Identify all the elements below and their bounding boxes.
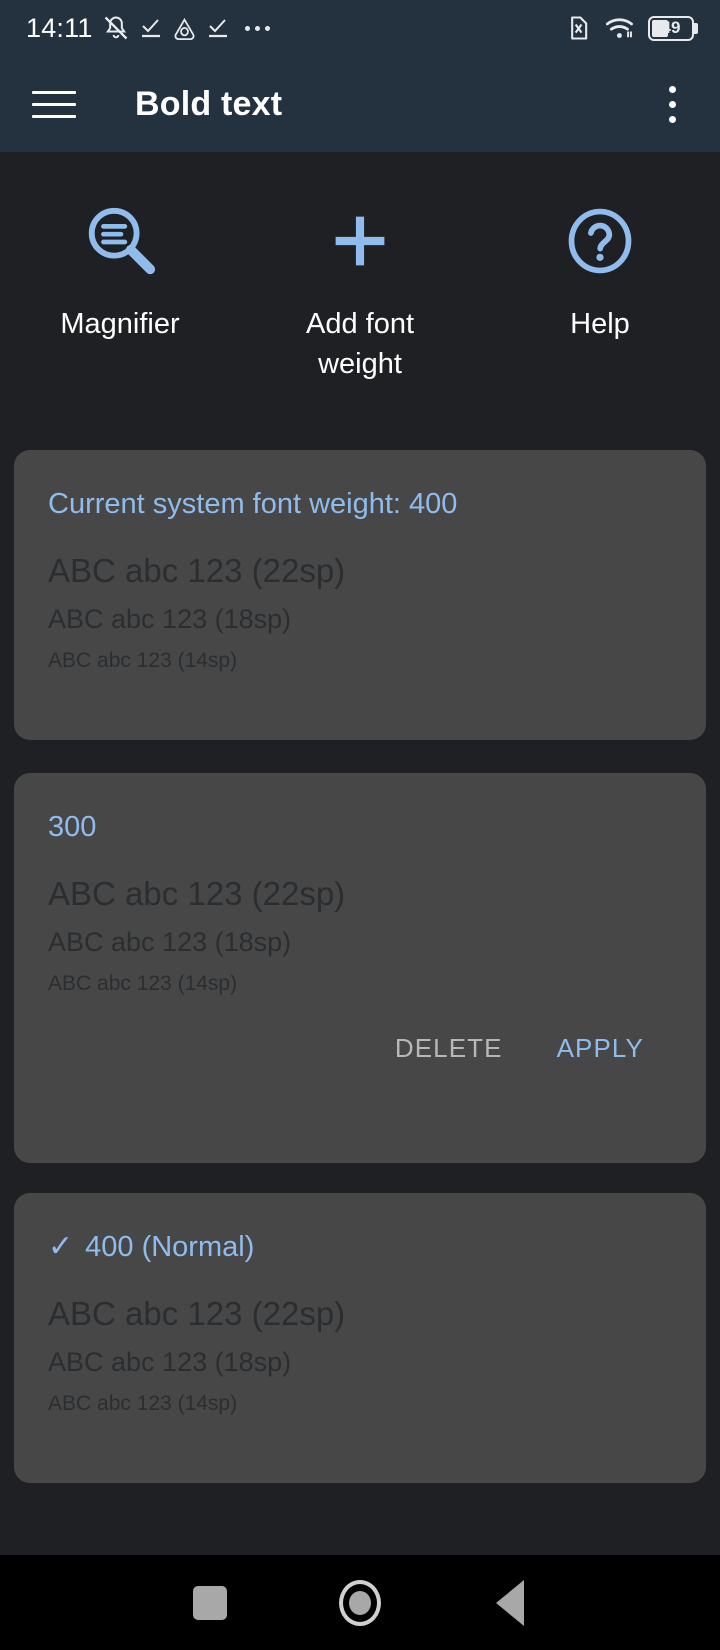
status-bar-left-group: 14:11 bbox=[26, 13, 270, 44]
status-clock: 14:11 bbox=[26, 12, 93, 43]
quick-actions-row: Magnifier Add font weight Help bbox=[0, 152, 720, 384]
magnifier-text-icon bbox=[0, 200, 240, 282]
sample-text-14sp: ABC abc 123 (14sp) bbox=[48, 1391, 238, 1415]
delete-button[interactable]: DELETE bbox=[395, 1033, 503, 1064]
status-bar-right-group: 49 bbox=[564, 14, 698, 42]
apply-button[interactable]: APPLY bbox=[557, 1033, 644, 1064]
sim-card-error-icon bbox=[571, 16, 588, 40]
font-weight-card-300[interactable]: 300 ABC abc 123 (22sp) ABC abc 123 (18sp… bbox=[14, 773, 706, 1163]
bell-muted-icon bbox=[104, 16, 127, 40]
sample-text-22sp: ABC abc 123 (22sp) bbox=[48, 875, 346, 912]
sample-text-18sp: ABC abc 123 (18sp) bbox=[48, 1346, 292, 1377]
action-label: Add font weight bbox=[305, 308, 415, 380]
sample-text-18sp: ABC abc 123 (18sp) bbox=[48, 926, 292, 957]
card-title: Current system font weight: 400 bbox=[48, 488, 458, 520]
main-content: Magnifier Add font weight Help Current s… bbox=[0, 152, 720, 1555]
home-circle-icon[interactable] bbox=[285, 1555, 435, 1650]
more-vert-icon[interactable] bbox=[650, 78, 694, 130]
phone-screen: 14:11 49 Bold text Magnifier Add font we… bbox=[0, 0, 720, 1650]
card-title-row: Current system font weight: 400 bbox=[48, 484, 672, 524]
sample-text-14sp: ABC abc 123 (14sp) bbox=[48, 971, 238, 995]
font-weight-card-400[interactable]: ✓ 400 (Normal) ABC abc 123 (22sp) ABC ab… bbox=[14, 1193, 706, 1483]
card-title: 300 bbox=[48, 811, 97, 843]
status-bar: 14:11 49 bbox=[0, 0, 720, 56]
font-weight-card-current[interactable]: Current system font weight: 400 ABC abc … bbox=[14, 450, 706, 740]
check-underline-icon bbox=[141, 19, 160, 38]
plus-icon bbox=[240, 200, 480, 282]
action-add-font-weight[interactable]: Add font weight bbox=[240, 200, 480, 384]
hamburger-menu-icon[interactable] bbox=[30, 80, 78, 128]
battery-icon: 49 bbox=[648, 15, 698, 41]
action-magnifier[interactable]: Magnifier bbox=[0, 200, 240, 384]
action-help[interactable]: Help bbox=[480, 200, 720, 384]
sample-text-18sp: ABC abc 123 (18sp) bbox=[48, 603, 292, 634]
triangle-drop-icon bbox=[174, 17, 195, 40]
card-title: 400 (Normal) bbox=[85, 1231, 255, 1263]
sample-text-14sp: ABC abc 123 (14sp) bbox=[48, 648, 238, 672]
system-navigation-bar bbox=[0, 1555, 720, 1650]
card-title-row: 300 bbox=[48, 807, 672, 847]
help-circle-icon bbox=[480, 200, 720, 282]
more-dots-icon bbox=[244, 25, 270, 31]
action-label: Help bbox=[570, 308, 630, 340]
sample-text-22sp: ABC abc 123 (22sp) bbox=[48, 552, 346, 589]
card-title-row: ✓ 400 (Normal) bbox=[48, 1227, 672, 1267]
check-underline-icon bbox=[208, 19, 227, 38]
sample-text-22sp: ABC abc 123 (22sp) bbox=[48, 1295, 346, 1332]
page-title: Bold text bbox=[135, 84, 283, 123]
battery-level-text: 49 bbox=[661, 18, 681, 37]
action-label: Magnifier bbox=[60, 308, 180, 340]
wifi-icon bbox=[605, 18, 633, 38]
back-triangle-icon[interactable] bbox=[435, 1555, 585, 1650]
card-actions: DELETE APPLY bbox=[48, 1033, 672, 1086]
recents-square-icon[interactable] bbox=[135, 1555, 285, 1650]
checkmark-icon: ✓ bbox=[48, 1230, 74, 1263]
app-bar: Bold text bbox=[0, 56, 720, 152]
